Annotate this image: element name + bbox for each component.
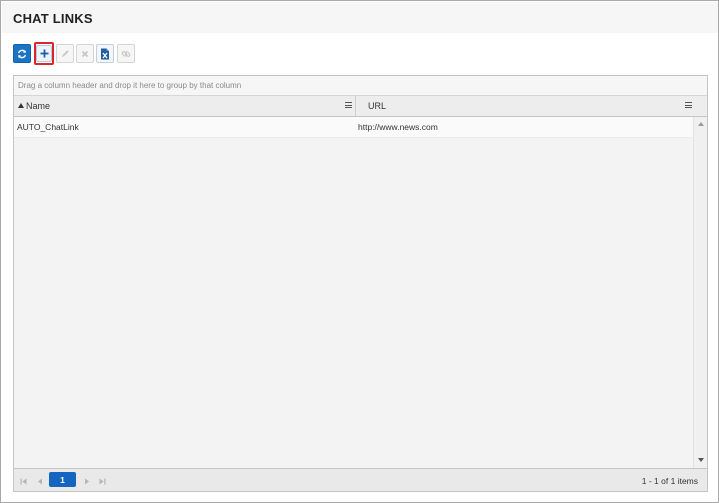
link-icon [121, 50, 131, 57]
refresh-icon [17, 49, 27, 58]
export-excel-button[interactable] [96, 44, 114, 63]
column-header-name-label: Name [26, 101, 51, 111]
cell-name: AUTO_ChatLink [17, 122, 79, 132]
excel-export-icon [101, 48, 109, 59]
previous-page-icon [38, 478, 42, 484]
grid-body: AUTO_ChatLink http://www.news.com [14, 117, 693, 468]
vertical-scrollbar[interactable] [693, 117, 707, 468]
previous-page-button[interactable] [36, 477, 44, 485]
window-frame: CHAT LINKS Drag a column header and drop… [0, 0, 719, 503]
page-title: CHAT LINKS [13, 11, 93, 26]
refresh-button[interactable] [13, 44, 31, 63]
add-button[interactable] [34, 42, 54, 65]
last-page-icon [99, 478, 106, 484]
column-header-row: Name URL [14, 96, 707, 117]
chat-links-grid: Drag a column header and drop it here to… [13, 75, 708, 492]
pager: 1 1 - 1 of 1 items [14, 468, 707, 491]
table-row[interactable]: AUTO_ChatLink http://www.news.com [14, 117, 693, 138]
page-header: CHAT LINKS [2, 2, 718, 33]
sort-ascending-icon [18, 103, 24, 108]
edit-button[interactable] [56, 44, 74, 63]
next-page-button[interactable] [83, 477, 91, 485]
scroll-down-arrow-icon[interactable] [698, 458, 704, 462]
close-icon [81, 50, 89, 57]
column-header-url-label: URL [368, 101, 387, 111]
next-page-icon [85, 478, 89, 484]
column-header-url[interactable]: URL [356, 96, 693, 116]
last-page-button[interactable] [98, 477, 106, 485]
pencil-icon [61, 50, 69, 57]
plus-icon [40, 49, 48, 58]
column-menu-icon[interactable] [345, 102, 352, 108]
column-header-name[interactable]: Name [14, 96, 356, 116]
first-page-button[interactable] [20, 477, 28, 485]
link-button[interactable] [117, 44, 135, 63]
scroll-up-arrow-icon[interactable] [698, 122, 704, 126]
pager-info: 1 - 1 of 1 items [641, 476, 698, 486]
group-hint-text: Drag a column header and drop it here to… [18, 81, 242, 90]
column-menu-icon[interactable] [685, 102, 692, 108]
first-page-icon [20, 478, 27, 484]
delete-button[interactable] [76, 44, 94, 63]
group-drop-area[interactable]: Drag a column header and drop it here to… [14, 76, 707, 96]
current-page-button[interactable]: 1 [49, 472, 76, 487]
cell-url: http://www.news.com [358, 122, 438, 132]
